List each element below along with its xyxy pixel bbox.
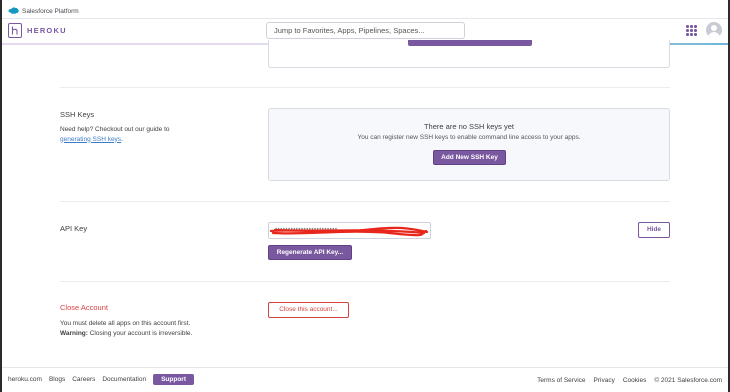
ssh-empty-title: There are no SSH keys yet <box>423 122 515 131</box>
section-divider <box>60 87 670 88</box>
footer-link-privacy[interactable]: Privacy <box>594 377 615 384</box>
salesforce-platform-bar: Salesforce Platform <box>2 4 79 18</box>
add-ssh-key-button[interactable]: Add New SSH Key <box>433 150 506 165</box>
salesforce-platform-label: Salesforce Platform <box>22 7 79 15</box>
api-key-field[interactable]: •••••••••••••••••••••••• <box>268 222 431 239</box>
footer-link-cookies[interactable]: Cookies <box>623 377 646 384</box>
search-input[interactable]: Jump to Favorites, Apps, Pipelines, Spac… <box>266 22 465 39</box>
user-avatar[interactable] <box>706 22 722 38</box>
footer-left-links: heroku.com Blogs Careers Documentation S… <box>8 374 195 385</box>
footer-link-terms[interactable]: Terms of Service <box>537 377 585 384</box>
footer-right-links: Terms of Service Privacy Cookies © 2021 … <box>537 377 722 384</box>
heroku-logo[interactable]: HEROKU <box>8 23 67 38</box>
footer-link-documentation[interactable]: Documentation <box>102 376 146 383</box>
footer-link-careers[interactable]: Careers <box>72 376 95 383</box>
window-frame-left <box>0 0 2 392</box>
ssh-help-suffix: . <box>121 135 123 143</box>
warning-text: Closing your account is irreversible. <box>89 329 193 337</box>
close-account-description: You must delete all apps on this account… <box>60 319 192 338</box>
ssh-keys-empty-state: There are no SSH keys yet You can regist… <box>268 108 670 181</box>
footer-divider <box>2 367 728 368</box>
regenerate-api-key-button[interactable]: Regenerate API Key... <box>268 245 352 260</box>
close-account-button[interactable]: Close this account... <box>268 302 349 318</box>
footer: heroku.com Blogs Careers Documentation S… <box>8 374 722 387</box>
redaction-scribble <box>269 226 429 237</box>
footer-link-blogs[interactable]: Blogs <box>49 376 65 383</box>
warning-label: Warning: <box>60 329 88 337</box>
section-divider <box>60 281 670 282</box>
heroku-logo-text: HEROKU <box>27 26 67 35</box>
close-account-title: Close Account <box>60 303 108 312</box>
heroku-logo-icon <box>8 23 22 38</box>
hide-api-key-button[interactable]: Hide <box>638 222 670 238</box>
generating-ssh-keys-link[interactable]: generating SSH keys <box>60 136 121 143</box>
previous-section-panel <box>268 40 670 68</box>
ssh-keys-title: SSH Keys <box>60 110 95 119</box>
previous-section-button[interactable] <box>408 40 532 46</box>
footer-link-heroku[interactable]: heroku.com <box>8 376 42 383</box>
ssh-keys-help: Need help? Checkout out our guide to gen… <box>60 125 170 144</box>
support-button[interactable]: Support <box>153 374 195 385</box>
ssh-empty-subtitle: You can register new SSH keys to enable … <box>357 134 581 141</box>
section-divider <box>60 201 670 202</box>
ssh-help-text: Need help? Checkout out our guide to <box>60 126 170 133</box>
footer-copyright: © 2021 Salesforce.com <box>654 377 722 384</box>
close-account-line1: You must delete all apps on this account… <box>60 320 191 327</box>
app-grid-icon[interactable] <box>686 25 697 36</box>
api-key-title: API Key <box>60 224 88 233</box>
salesforce-cloud-icon <box>8 7 19 14</box>
